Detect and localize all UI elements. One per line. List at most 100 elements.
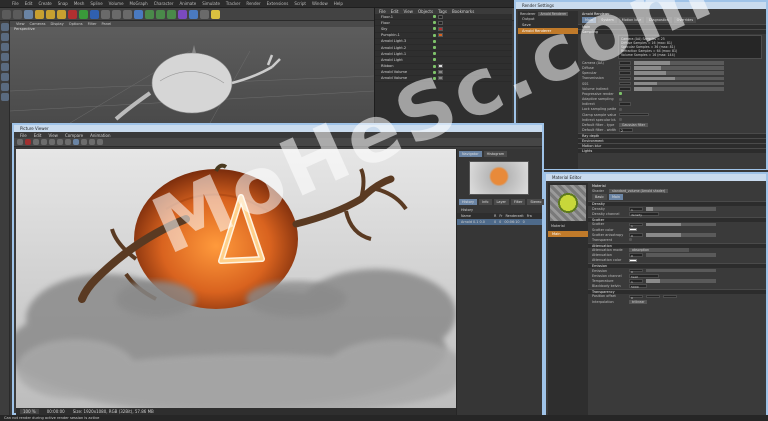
param-slider[interactable] — [646, 222, 716, 227]
render-view-icon[interactable] — [101, 9, 110, 19]
undo-icon[interactable] — [2, 9, 11, 19]
param-field[interactable] — [619, 102, 631, 107]
edges-mode-icon[interactable] — [1, 53, 9, 61]
light-icon[interactable] — [211, 9, 220, 19]
param-field[interactable]: heat — [629, 274, 659, 279]
param-slider[interactable] — [646, 268, 716, 273]
floor-icon[interactable] — [189, 9, 198, 19]
render-icon[interactable] — [17, 139, 23, 145]
param-slider[interactable] — [634, 81, 724, 86]
axis-mode-icon[interactable] — [1, 73, 9, 81]
tab-info[interactable]: Info — [479, 199, 492, 205]
material-tag-icon[interactable] — [438, 26, 443, 31]
param-field[interactable] — [619, 81, 631, 86]
perspective-viewport[interactable] — [10, 21, 374, 123]
objmgr-menu-item[interactable]: File — [379, 9, 386, 14]
param-field[interactable]: 1 — [629, 279, 643, 284]
viewer-menu-item[interactable]: View — [48, 133, 58, 138]
viewport-menu-item[interactable]: Cameras — [30, 22, 46, 26]
y-axis-icon[interactable] — [79, 9, 88, 19]
tab-layer[interactable]: Layer — [493, 199, 509, 205]
param-field[interactable]: 0 — [629, 232, 643, 238]
zoom-level[interactable]: 100 % — [20, 409, 39, 414]
enabled-check-icon[interactable] — [433, 52, 436, 56]
tab-main[interactable]: Main — [608, 194, 624, 201]
param-slider[interactable] — [646, 279, 716, 283]
pen-icon[interactable] — [145, 9, 154, 19]
param-field[interactable]: 0 — [629, 268, 643, 274]
workplane-icon[interactable] — [1, 93, 9, 101]
param-slider[interactable] — [646, 207, 716, 211]
navigator-thumbnail[interactable] — [469, 161, 529, 195]
render-settings-icon[interactable] — [123, 9, 132, 19]
param-field[interactable]: 1 — [629, 207, 643, 212]
menu-item[interactable]: Spline — [90, 1, 102, 6]
checkbox[interactable] — [619, 97, 622, 101]
material-preview[interactable] — [550, 185, 586, 221]
menu-item[interactable]: Volume — [109, 1, 124, 6]
menu-item[interactable]: Snap — [58, 1, 68, 6]
camera-icon[interactable] — [200, 9, 209, 19]
cloner-icon[interactable] — [167, 9, 176, 19]
objmgr-menu-item[interactable]: Edit — [391, 9, 399, 14]
tab-filter[interactable]: Filter — [510, 199, 526, 205]
enabled-check-icon[interactable] — [433, 39, 436, 43]
objmgr-menu-item[interactable]: Objects — [418, 9, 433, 14]
material-tag-icon[interactable] — [438, 33, 443, 38]
menu-item[interactable]: Character — [154, 1, 174, 6]
settings-icon[interactable] — [97, 139, 103, 145]
menu-item[interactable]: Simulate — [202, 1, 220, 6]
save-icon[interactable] — [41, 139, 47, 145]
menu-item[interactable]: File — [12, 1, 19, 6]
window-title[interactable]: Material Editor — [546, 174, 766, 181]
enabled-check-icon[interactable] — [433, 33, 436, 37]
x-axis-icon[interactable] — [68, 9, 77, 19]
param-field[interactable]: 1 — [629, 222, 643, 228]
texture-mode-icon[interactable] — [1, 33, 9, 41]
param-field[interactable] — [619, 76, 631, 81]
objmgr-menu-item[interactable]: View — [403, 9, 413, 14]
menu-item[interactable]: Edit — [25, 1, 33, 6]
checkbox[interactable] — [619, 107, 622, 111]
param-field[interactable] — [619, 112, 649, 117]
param-field[interactable]: 0 — [629, 294, 643, 300]
filter-width-field[interactable]: 2 — [619, 128, 633, 133]
param-field[interactable]: 5000 — [629, 284, 647, 289]
checkbox[interactable] — [619, 118, 622, 122]
menu-item[interactable]: Create — [38, 1, 51, 6]
objmgr-menu-item[interactable]: Bookmarks — [452, 9, 474, 14]
z-axis-icon[interactable] — [90, 9, 99, 19]
menu-item[interactable]: Help — [334, 1, 343, 6]
tab-basic[interactable]: Basic — [592, 194, 607, 201]
polygons-mode-icon[interactable] — [1, 63, 9, 71]
checkbox[interactable]: 0 — [629, 238, 632, 242]
param-slider[interactable] — [634, 86, 724, 91]
param-slider[interactable] — [634, 66, 724, 70]
tab-stereo[interactable]: Stereo — [527, 199, 545, 205]
param-slider[interactable] — [634, 71, 724, 75]
menu-item[interactable]: Render — [246, 1, 260, 6]
tab-history[interactable]: History — [459, 199, 478, 205]
param-field[interactable] — [619, 86, 631, 91]
color-swatch[interactable] — [629, 227, 637, 232]
viewer-menu-item[interactable]: File — [20, 133, 27, 138]
param-field[interactable] — [646, 294, 660, 299]
move-icon[interactable] — [35, 9, 44, 19]
enabled-check-icon[interactable] — [433, 46, 436, 50]
viewer-menu-item[interactable]: Compare — [65, 133, 83, 138]
redo-icon[interactable] — [13, 9, 22, 19]
menu-item[interactable]: MoGraph — [130, 1, 148, 6]
param-field[interactable] — [663, 294, 677, 299]
param-dropdown[interactable]: absorption — [629, 248, 689, 253]
subdivision-icon[interactable] — [156, 9, 165, 19]
camera-icon[interactable] — [57, 139, 63, 145]
zoom-icon[interactable] — [65, 139, 71, 145]
history-row[interactable]: Arnold 0.1 0.0 0 0 00:06:10 0 — [457, 219, 542, 225]
enabled-check-icon[interactable] — [433, 15, 436, 19]
menu-item[interactable]: Tracker — [226, 1, 240, 6]
viewport-menu-item[interactable]: Panel — [102, 22, 112, 26]
viewport-menu-item[interactable]: Options — [69, 22, 83, 26]
menu-item[interactable]: Script — [294, 1, 306, 6]
ipr-icon[interactable] — [33, 139, 39, 145]
alpha-icon[interactable] — [81, 139, 87, 145]
